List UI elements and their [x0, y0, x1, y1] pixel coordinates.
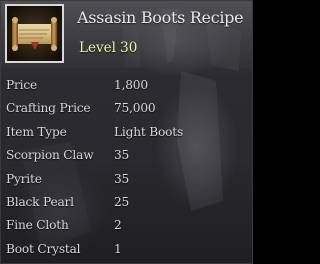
stat-value: Light Boots: [114, 124, 183, 139]
stat-label: Pyrite: [6, 171, 42, 186]
item-tooltip: Assasin Boots Recipe Level 30 Price 1,80…: [0, 0, 253, 264]
stat-label: Scorpion Claw: [6, 148, 94, 163]
stat-value: 1: [114, 241, 122, 256]
stat-label: Boot Crystal: [6, 241, 81, 256]
stat-row-boot-crystal: Boot Crystal 1: [1, 239, 252, 262]
stat-row-black-pearl: Black Pearl 25: [1, 192, 252, 215]
stat-value: 75,000: [114, 101, 156, 116]
stat-row-crafting-price: Crafting Price 75,000: [1, 98, 252, 121]
item-level: Level 30: [79, 40, 138, 56]
stat-label: Black Pearl: [6, 194, 74, 209]
stat-row-scorpion-claw: Scorpion Claw 35: [1, 145, 252, 168]
stat-row-fine-cloth: Fine Cloth 2: [1, 215, 252, 238]
stat-label: Crafting Price: [6, 101, 91, 116]
stat-label: Price: [6, 78, 37, 92]
stat-value: 2: [114, 218, 122, 233]
stat-label: Fine Cloth: [6, 218, 69, 233]
stat-label: Item Type: [6, 124, 67, 139]
stat-value: 1,800: [114, 78, 148, 92]
tooltip-header: Assasin Boots Recipe Level 30: [1, 1, 252, 68]
stat-value: 35: [114, 171, 130, 186]
recipe-scroll-icon: [7, 6, 62, 61]
stat-value: 35: [114, 148, 130, 163]
stat-row-price: Price 1,800: [1, 75, 252, 98]
item-name: Assasin Boots Recipe: [77, 8, 244, 27]
stats-list: Price 1,800 Crafting Price 75,000 Item T…: [1, 75, 252, 262]
stat-row-pyrite: Pyrite 35: [1, 169, 252, 192]
stat-value: 25: [114, 194, 130, 209]
stat-row-item-type: Item Type Light Boots: [1, 122, 252, 145]
item-icon-frame: [5, 4, 64, 63]
